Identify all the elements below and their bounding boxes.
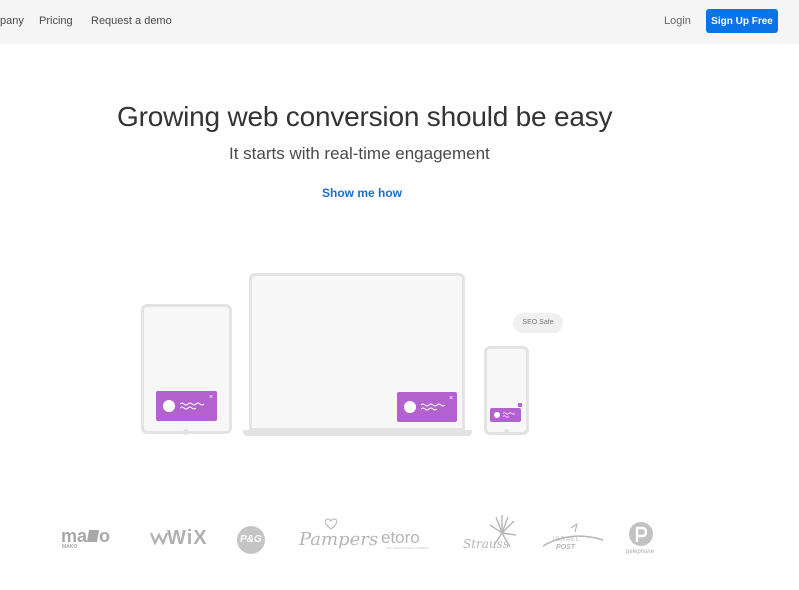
phone-popup-close-icon: [518, 403, 522, 407]
popup-avatar-icon: [404, 401, 416, 413]
wix-logo: WiX: [167, 527, 208, 549]
mako-k-shape: [86, 530, 100, 542]
nav-link-pricing[interactable]: Pricing: [39, 15, 73, 27]
popup-avatar-icon: [494, 412, 500, 418]
etoro-tagline: Your Social Investment Network: [386, 546, 429, 550]
mako-logo-sub: MAKO: [62, 544, 78, 550]
israel-post-logo-line2: POST: [556, 544, 576, 551]
pampers-logo: Pampers: [299, 529, 379, 550]
popup-text-lines-icon: [180, 402, 205, 410]
sign-up-button[interactable]: Sign Up Free: [706, 9, 778, 33]
popup-close-icon: ×: [449, 395, 454, 402]
popup-text-lines-icon: [503, 412, 516, 418]
popup-close-icon: ×: [209, 394, 214, 401]
mako-logo-text: ma: [61, 526, 88, 546]
seo-safe-badge: SEO Safe: [513, 313, 563, 333]
strauss-logo: Strauss: [463, 537, 509, 551]
login-link[interactable]: Login: [664, 15, 691, 27]
tablet-home-button: [183, 429, 189, 435]
hero-subtitle: It starts with real-time engagement: [229, 144, 490, 163]
show-me-how-link[interactable]: Show me how: [322, 186, 402, 200]
hero-title: Growing web conversion should be easy: [117, 101, 613, 132]
phone-home-button: [504, 429, 509, 434]
popup-avatar-icon: [163, 400, 175, 412]
pelephone-logo: pelephone: [626, 549, 655, 555]
pg-logo: P&G: [240, 534, 262, 545]
nav-link-company[interactable]: pany: [0, 15, 24, 27]
laptop-base: [243, 430, 472, 436]
laptop-popup: ×: [397, 392, 457, 422]
israel-post-logo-line1: ISRAEL: [553, 537, 581, 543]
nav-link-request-demo[interactable]: Request a demo: [91, 15, 172, 27]
tablet-popup: ×: [156, 391, 217, 421]
top-nav-bar: pany Pricing Request a demo Login Sign U…: [0, 0, 799, 44]
popup-text-lines-icon: [421, 403, 446, 411]
mako-logo-o: o: [99, 526, 111, 546]
wix-mark-icon: [150, 532, 168, 545]
phone-popup: [490, 408, 521, 422]
pelephone-p-icon: [635, 526, 647, 542]
etoro-logo: etoro: [381, 528, 420, 547]
